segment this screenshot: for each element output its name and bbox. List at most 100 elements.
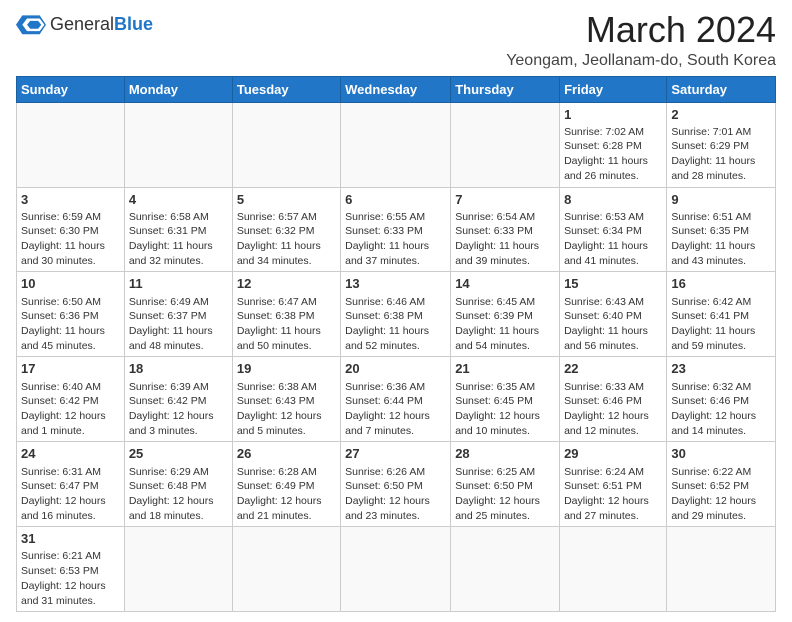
calendar-day-cell	[560, 527, 667, 612]
day-number: 3	[21, 191, 120, 209]
calendar-week-row: 3 Sunrise: 6:59 AM Sunset: 6:30 PM Daylig…	[17, 187, 776, 272]
header-friday: Friday	[560, 76, 667, 102]
day-info: Sunrise: 6:55 AM Sunset: 6:33 PM Dayligh…	[345, 211, 429, 267]
calendar-day-cell: 7 Sunrise: 6:54 AM Sunset: 6:33 PM Daylig…	[451, 187, 560, 272]
day-number: 22	[564, 360, 662, 378]
calendar-week-row: 17Sunrise: 6:40 AM Sunset: 6:42 PM Dayli…	[17, 357, 776, 442]
day-number: 12	[237, 275, 336, 293]
calendar-day-cell	[124, 527, 232, 612]
day-number: 20	[345, 360, 446, 378]
day-info: Sunrise: 6:59 AM Sunset: 6:30 PM Dayligh…	[21, 211, 105, 267]
day-number: 7	[455, 191, 555, 209]
day-info: Sunrise: 6:42 AM Sunset: 6:41 PM Dayligh…	[671, 296, 755, 352]
day-number: 30	[671, 445, 771, 463]
calendar-day-cell: 29 Sunrise: 6:24 AM Sunset: 6:51 PM Dayli…	[560, 442, 667, 527]
day-number: 2	[671, 106, 771, 124]
day-info: Sunrise: 6:54 AM Sunset: 6:33 PM Dayligh…	[455, 211, 539, 267]
day-info: Sunrise: 6:46 AM Sunset: 6:38 PM Dayligh…	[345, 296, 429, 352]
calendar-day-cell	[124, 102, 232, 187]
calendar-day-cell: 28 Sunrise: 6:25 AM Sunset: 6:50 PM Dayli…	[451, 442, 560, 527]
day-info: Sunrise: 6:53 AM Sunset: 6:34 PM Dayligh…	[564, 211, 648, 267]
day-number: 6	[345, 191, 446, 209]
day-number: 25	[129, 445, 228, 463]
location-subtitle: Yeongam, Jeollanam-do, South Korea	[506, 52, 776, 70]
day-info: Sunrise: 7:02 AM Sunset: 6:28 PM Dayligh…	[564, 126, 648, 182]
calendar-day-cell: 18Sunrise: 6:39 AM Sunset: 6:42 PM Dayli…	[124, 357, 232, 442]
day-number: 18	[129, 360, 228, 378]
calendar-day-cell	[17, 102, 125, 187]
day-number: 16	[671, 275, 771, 293]
calendar-day-cell: 21 Sunrise: 6:35 AM Sunset: 6:45 PM Dayli…	[451, 357, 560, 442]
day-info: Sunrise: 6:31 AM Sunset: 6:47 PM Dayligh…	[21, 466, 106, 522]
calendar-day-cell: 19 Sunrise: 6:38 AM Sunset: 6:43 PM Dayli…	[232, 357, 340, 442]
calendar-day-cell: 30 Sunrise: 6:22 AM Sunset: 6:52 PM Dayli…	[667, 442, 776, 527]
day-number: 8	[564, 191, 662, 209]
calendar-day-cell	[451, 102, 560, 187]
day-info: Sunrise: 6:29 AM Sunset: 6:48 PM Dayligh…	[129, 466, 214, 522]
day-number: 26	[237, 445, 336, 463]
calendar-day-cell: 9 Sunrise: 6:51 AM Sunset: 6:35 PM Daylig…	[667, 187, 776, 272]
day-info: Sunrise: 6:58 AM Sunset: 6:31 PM Dayligh…	[129, 211, 213, 267]
day-info: Sunrise: 6:26 AM Sunset: 6:50 PM Dayligh…	[345, 466, 430, 522]
day-number: 4	[129, 191, 228, 209]
calendar-day-cell: 5Sunrise: 6:57 AM Sunset: 6:32 PM Daylig…	[232, 187, 340, 272]
calendar-day-cell: 17Sunrise: 6:40 AM Sunset: 6:42 PM Dayli…	[17, 357, 125, 442]
calendar-week-row: 24Sunrise: 6:31 AM Sunset: 6:47 PM Dayli…	[17, 442, 776, 527]
day-info: Sunrise: 6:21 AM Sunset: 6:53 PM Dayligh…	[21, 550, 106, 606]
day-info: Sunrise: 6:32 AM Sunset: 6:46 PM Dayligh…	[671, 381, 756, 437]
calendar-day-cell: 3 Sunrise: 6:59 AM Sunset: 6:30 PM Daylig…	[17, 187, 125, 272]
day-info: Sunrise: 6:24 AM Sunset: 6:51 PM Dayligh…	[564, 466, 649, 522]
calendar-day-cell	[341, 102, 451, 187]
day-info: Sunrise: 6:43 AM Sunset: 6:40 PM Dayligh…	[564, 296, 648, 352]
day-number: 29	[564, 445, 662, 463]
calendar-day-cell: 12Sunrise: 6:47 AM Sunset: 6:38 PM Dayli…	[232, 272, 340, 357]
weekday-header-row: Sunday Monday Tuesday Wednesday Thursday…	[17, 76, 776, 102]
header-wednesday: Wednesday	[341, 76, 451, 102]
day-info: Sunrise: 6:36 AM Sunset: 6:44 PM Dayligh…	[345, 381, 430, 437]
day-info: Sunrise: 6:22 AM Sunset: 6:52 PM Dayligh…	[671, 466, 756, 522]
calendar-day-cell: 16 Sunrise: 6:42 AM Sunset: 6:41 PM Dayli…	[667, 272, 776, 357]
logo-area: GeneralBlue	[16, 10, 153, 38]
header-monday: Monday	[124, 76, 232, 102]
day-info: Sunrise: 6:28 AM Sunset: 6:49 PM Dayligh…	[237, 466, 322, 522]
calendar-page: GeneralBlue March 2024 Yeongam, Jeollana…	[0, 0, 792, 622]
generalblue-logo-icon	[16, 10, 46, 38]
calendar-week-row: 31 Sunrise: 6:21 AM Sunset: 6:53 PM Dayli…	[17, 527, 776, 612]
title-area: March 2024 Yeongam, Jeollanam-do, South …	[506, 10, 776, 70]
day-number: 10	[21, 275, 120, 293]
calendar-day-cell: 8 Sunrise: 6:53 AM Sunset: 6:34 PM Daylig…	[560, 187, 667, 272]
day-info: Sunrise: 6:25 AM Sunset: 6:50 PM Dayligh…	[455, 466, 540, 522]
day-info: Sunrise: 6:35 AM Sunset: 6:45 PM Dayligh…	[455, 381, 540, 437]
day-number: 27	[345, 445, 446, 463]
day-number: 31	[21, 530, 120, 548]
day-number: 13	[345, 275, 446, 293]
calendar-week-row: 10Sunrise: 6:50 AM Sunset: 6:36 PM Dayli…	[17, 272, 776, 357]
calendar-day-cell: 24Sunrise: 6:31 AM Sunset: 6:47 PM Dayli…	[17, 442, 125, 527]
calendar-day-cell: 11Sunrise: 6:49 AM Sunset: 6:37 PM Dayli…	[124, 272, 232, 357]
header-thursday: Thursday	[451, 76, 560, 102]
month-title: March 2024	[506, 10, 776, 50]
calendar-day-cell: 10Sunrise: 6:50 AM Sunset: 6:36 PM Dayli…	[17, 272, 125, 357]
calendar-day-cell: 2 Sunrise: 7:01 AM Sunset: 6:29 PM Daylig…	[667, 102, 776, 187]
day-number: 28	[455, 445, 555, 463]
calendar-day-cell	[451, 527, 560, 612]
day-number: 9	[671, 191, 771, 209]
day-number: 14	[455, 275, 555, 293]
calendar-day-cell: 13 Sunrise: 6:46 AM Sunset: 6:38 PM Dayli…	[341, 272, 451, 357]
calendar-day-cell: 26 Sunrise: 6:28 AM Sunset: 6:49 PM Dayli…	[232, 442, 340, 527]
day-number: 23	[671, 360, 771, 378]
day-info: Sunrise: 6:51 AM Sunset: 6:35 PM Dayligh…	[671, 211, 755, 267]
calendar-day-cell	[232, 102, 340, 187]
calendar-day-cell: 14Sunrise: 6:45 AM Sunset: 6:39 PM Dayli…	[451, 272, 560, 357]
day-info: Sunrise: 6:40 AM Sunset: 6:42 PM Dayligh…	[21, 381, 106, 437]
day-info: Sunrise: 6:33 AM Sunset: 6:46 PM Dayligh…	[564, 381, 649, 437]
calendar-day-cell: 31 Sunrise: 6:21 AM Sunset: 6:53 PM Dayli…	[17, 527, 125, 612]
calendar-day-cell	[341, 527, 451, 612]
calendar-day-cell: 15Sunrise: 6:43 AM Sunset: 6:40 PM Dayli…	[560, 272, 667, 357]
header-saturday: Saturday	[667, 76, 776, 102]
day-info: Sunrise: 6:38 AM Sunset: 6:43 PM Dayligh…	[237, 381, 322, 437]
day-number: 19	[237, 360, 336, 378]
day-number: 21	[455, 360, 555, 378]
calendar-table: Sunday Monday Tuesday Wednesday Thursday…	[16, 76, 776, 613]
day-info: Sunrise: 7:01 AM Sunset: 6:29 PM Dayligh…	[671, 126, 755, 182]
